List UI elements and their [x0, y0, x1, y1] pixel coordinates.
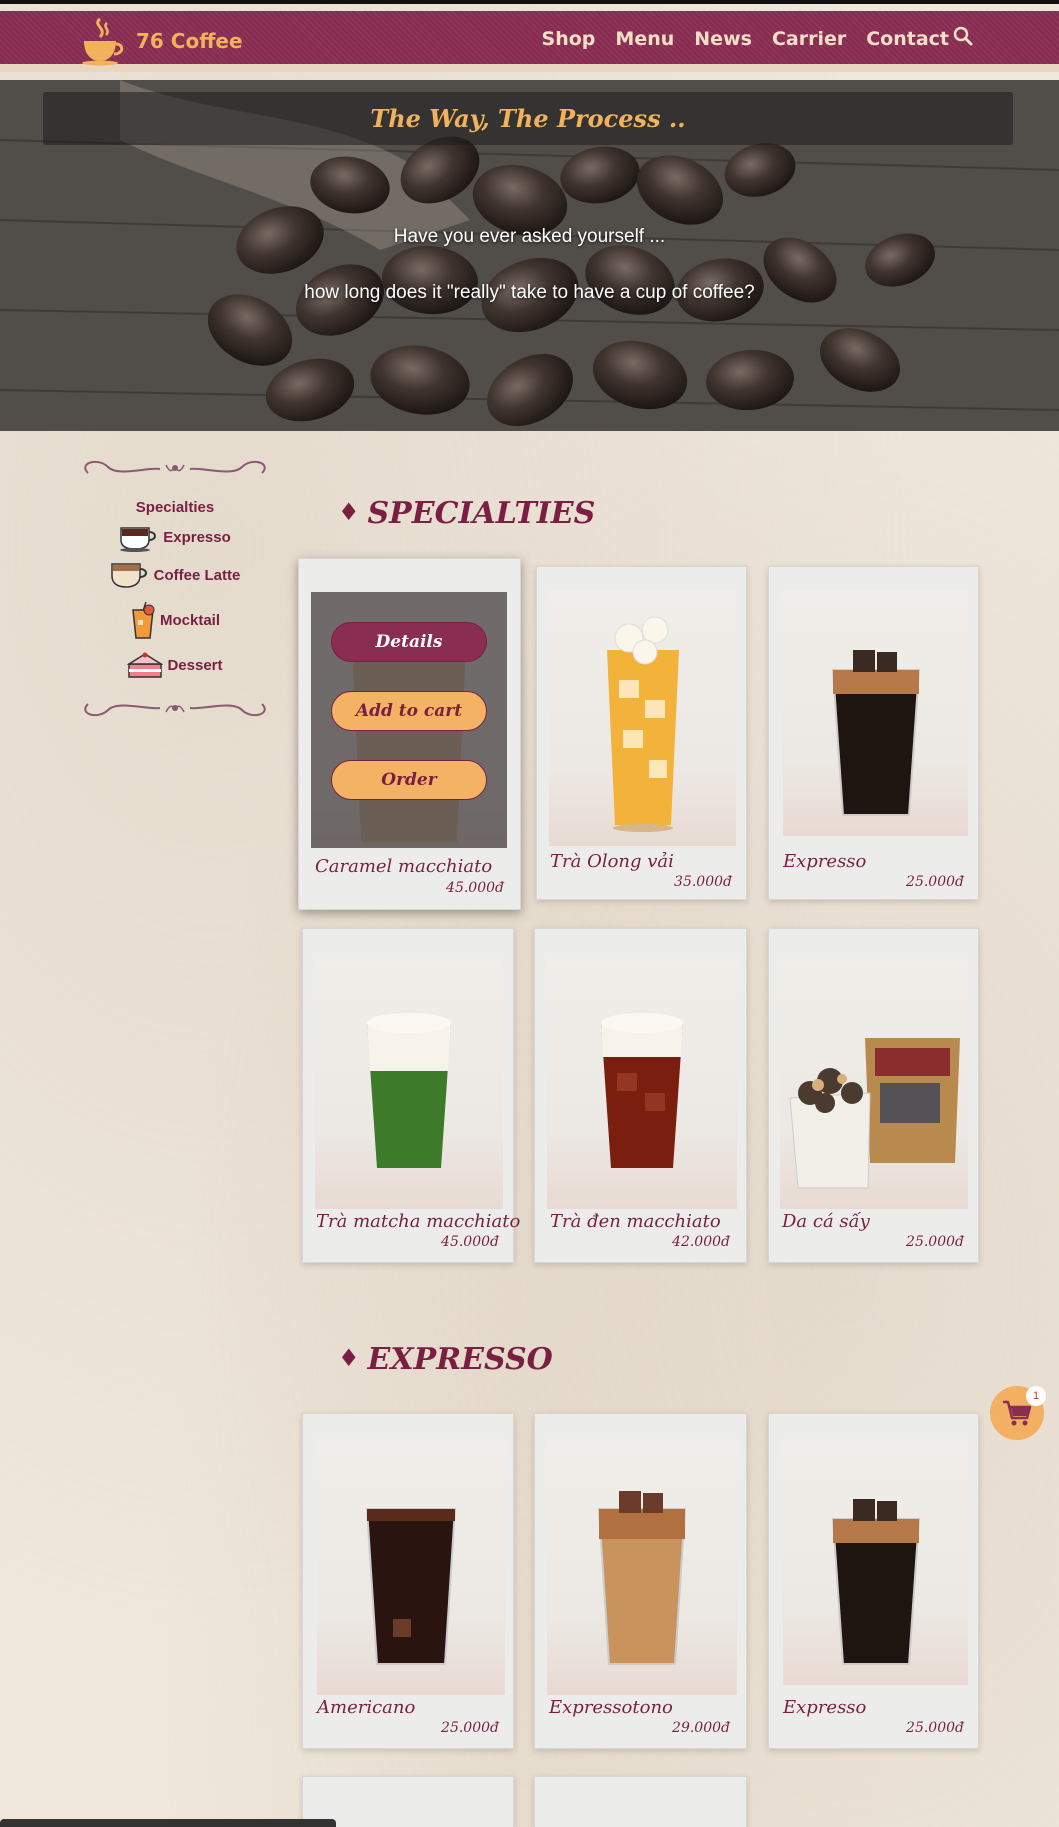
expressotono-image — [597, 1491, 687, 1665]
nav-news[interactable]: News — [694, 28, 752, 50]
sidebar-item-label: Expresso — [163, 528, 231, 546]
product-price: 25.000đ — [441, 1720, 499, 1736]
product-name: Expressotono — [549, 1697, 673, 1718]
product-card-tra-olong-vai[interactable]: Trà Olong vải 35.000đ — [536, 566, 747, 900]
product-price: 25.000đ — [906, 1234, 964, 1250]
product-card-partial[interactable] — [534, 1776, 747, 1827]
floating-cart-button[interactable]: 1 — [990, 1386, 1046, 1440]
expresso-image — [831, 650, 921, 816]
coffee-cup-logo-icon — [82, 17, 124, 66]
tra-matcha-macchiato-image — [367, 1013, 451, 1168]
latte-cup-icon — [110, 563, 147, 588]
sidebar-title[interactable]: Specialties — [78, 499, 272, 516]
order-button[interactable]: Order — [331, 760, 487, 800]
product-image — [783, 590, 968, 836]
product-card-expressotono[interactable]: Expressotono 29.000đ — [534, 1413, 747, 1749]
hero-question-line: Have you ever asked yourself ... — [393, 226, 666, 247]
add-to-cart-button[interactable]: Add to cart — [331, 691, 487, 731]
diamond-icon: ♦ — [338, 1343, 360, 1372]
cake-icon — [127, 652, 164, 678]
main-menu: Shop Menu News Carrier Contact — [542, 28, 949, 50]
product-image — [547, 1439, 737, 1695]
americano-image — [365, 1508, 457, 1665]
product-card-caramel-macchiato[interactable]: Details Add to cart Order Caramel macchi… — [298, 558, 521, 910]
product-name: Expresso — [783, 851, 867, 872]
top-flourish-icon — [84, 460, 266, 474]
product-card-tra-den-macchiato[interactable]: Trà đen macchiato 42.000đ — [534, 928, 747, 1263]
expresso-image — [831, 1499, 921, 1665]
sidebar-item-dessert[interactable]: Dessert — [78, 650, 272, 680]
sidebar-item-expresso[interactable]: Expresso — [78, 522, 272, 552]
product-card-americano[interactable]: Americano 25.000đ — [302, 1413, 514, 1749]
product-image — [315, 953, 503, 1209]
category-sidebar: Specialties Expresso Coffee Latte Mockta… — [78, 455, 272, 722]
product-card-expresso-2[interactable]: Expresso 25.000đ — [768, 1413, 979, 1749]
product-price: 25.000đ — [906, 1720, 964, 1736]
product-price: 35.000đ — [674, 874, 732, 890]
brand-name: 76 Coffee — [136, 29, 243, 53]
da-ca-say-image — [789, 1038, 960, 1189]
mocktail-glass-icon — [132, 601, 155, 639]
nav-shop[interactable]: Shop — [542, 28, 596, 50]
product-card-da-ca-say[interactable]: Da cá sấy 25.000đ — [768, 928, 979, 1263]
product-name: Trà matcha macchiato — [316, 1211, 521, 1232]
tra-olong-vai-image — [607, 616, 679, 832]
search-icon[interactable] — [952, 25, 974, 47]
diamond-icon: ♦ — [338, 497, 360, 526]
hero-title-bar: The Way, The Process .. — [43, 92, 1013, 145]
sidebar-item-mocktail[interactable]: Mocktail — [78, 600, 272, 640]
product-name: Caramel macchiato — [315, 856, 493, 877]
product-image — [547, 953, 737, 1209]
section-title-expresso: ♦ EXPRESSO — [338, 1342, 553, 1377]
hero-banner: The Way, The Process .. Have you ever as… — [0, 80, 1059, 431]
nav-menu[interactable]: Menu — [615, 28, 674, 50]
sidebar-item-coffee-latte[interactable]: Coffee Latte — [78, 560, 272, 590]
section-title-specialties: ♦ SPECIALTIES — [338, 496, 596, 531]
product-card-tra-matcha-macchiato[interactable]: Trà matcha macchiato 45.000đ — [302, 928, 520, 1263]
navbar: 76 Coffee Shop Menu News Carrier Contact — [0, 11, 1059, 72]
product-name: Da cá sấy — [782, 1211, 870, 1232]
bottom-tab-bar — [0, 1819, 336, 1827]
logo[interactable]: 76 Coffee — [78, 15, 243, 67]
product-name: Americano — [317, 1697, 416, 1718]
details-button[interactable]: Details — [331, 622, 487, 662]
product-name: Trà đen macchiato — [550, 1211, 721, 1232]
nav-carrier[interactable]: Carrier — [772, 28, 846, 50]
product-name: Expresso — [783, 1697, 867, 1718]
product-price: 45.000đ — [446, 880, 504, 896]
product-image — [317, 1439, 505, 1695]
hover-overlay: Details Add to cart Order — [311, 592, 507, 848]
hero-subtitle-line: how long does it "really" take to have a… — [304, 282, 755, 303]
product-image — [780, 953, 968, 1209]
sidebar-item-label: Coffee Latte — [153, 566, 241, 584]
product-image — [783, 1439, 968, 1685]
product-image — [549, 590, 736, 846]
espresso-cup-icon — [120, 527, 157, 552]
hero-title: The Way, The Process .. — [370, 104, 686, 133]
top-border — [0, 0, 1059, 4]
bottom-flourish-icon — [84, 703, 266, 717]
product-image: Details Add to cart Order — [311, 592, 507, 848]
nav-contact[interactable]: Contact — [866, 28, 949, 50]
sidebar-item-label: Mocktail — [159, 611, 220, 629]
product-price: 29.000đ — [672, 1720, 730, 1736]
cart-count-badge: 1 — [1026, 1386, 1046, 1406]
product-price: 45.000đ — [441, 1234, 499, 1250]
product-price: 42.000đ — [672, 1234, 730, 1250]
product-name: Trà Olong vải — [550, 851, 674, 872]
tra-den-macchiato-image — [601, 1013, 683, 1168]
sidebar-item-label: Dessert — [167, 656, 223, 674]
product-price: 25.000đ — [906, 874, 964, 890]
product-card-expresso[interactable]: Expresso 25.000đ — [768, 566, 979, 900]
